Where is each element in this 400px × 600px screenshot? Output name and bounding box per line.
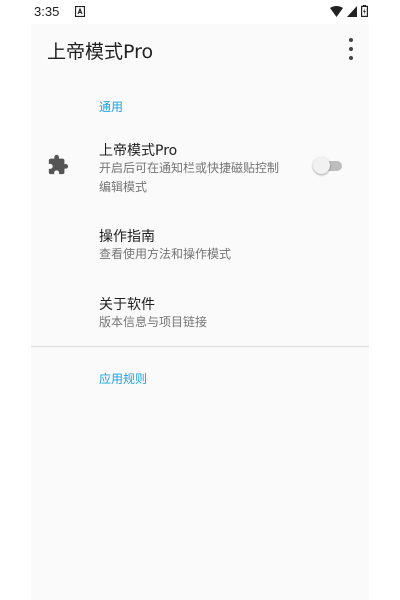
section-divider: [31, 346, 369, 347]
app-bar: 上帝模式Pro: [31, 24, 369, 76]
overflow-dot: [349, 56, 353, 60]
puzzle-icon: [48, 154, 69, 175]
pref-item-guide[interactable]: 操作指南 查看使用方法和操作模式: [31, 220, 369, 276]
status-time: 3:35: [34, 4, 60, 19]
god-mode-switch[interactable]: [313, 157, 343, 174]
notification-a-icon: [75, 6, 85, 17]
status-icons: [330, 5, 368, 17]
left-margin: [0, 0, 31, 600]
page-title: 上帝模式Pro: [47, 41, 154, 63]
more-vert-icon[interactable]: [345, 38, 357, 60]
pref-title: 操作指南: [99, 229, 155, 245]
switch-thumb: [313, 157, 330, 174]
status-bar: 3:35: [0, 0, 400, 24]
signal-icon: [347, 5, 357, 17]
right-margin: [369, 0, 400, 600]
section-header-app-rules: 应用规则: [99, 372, 148, 386]
pref-summary: 查看使用方法和操作模式: [99, 247, 232, 261]
wifi-icon: [330, 5, 343, 17]
pref-title: 关于软件: [99, 297, 155, 313]
pref-title: 上帝模式Pro: [99, 143, 178, 159]
pref-item-about[interactable]: 关于软件 版本信息与项目链接: [31, 288, 369, 344]
pref-summary: 版本信息与项目链接: [99, 315, 208, 329]
pref-summary: 开启后可在通知栏或快捷磁贴控制编辑模式: [99, 161, 280, 194]
section-header-general: 通用: [99, 100, 124, 114]
overflow-dot: [349, 47, 353, 51]
overflow-dot: [349, 38, 353, 42]
battery-icon: [361, 5, 368, 17]
pref-item-god-mode[interactable]: 上帝模式Pro 开启后可在通知栏或快捷磁贴控制编辑模式: [31, 132, 369, 200]
